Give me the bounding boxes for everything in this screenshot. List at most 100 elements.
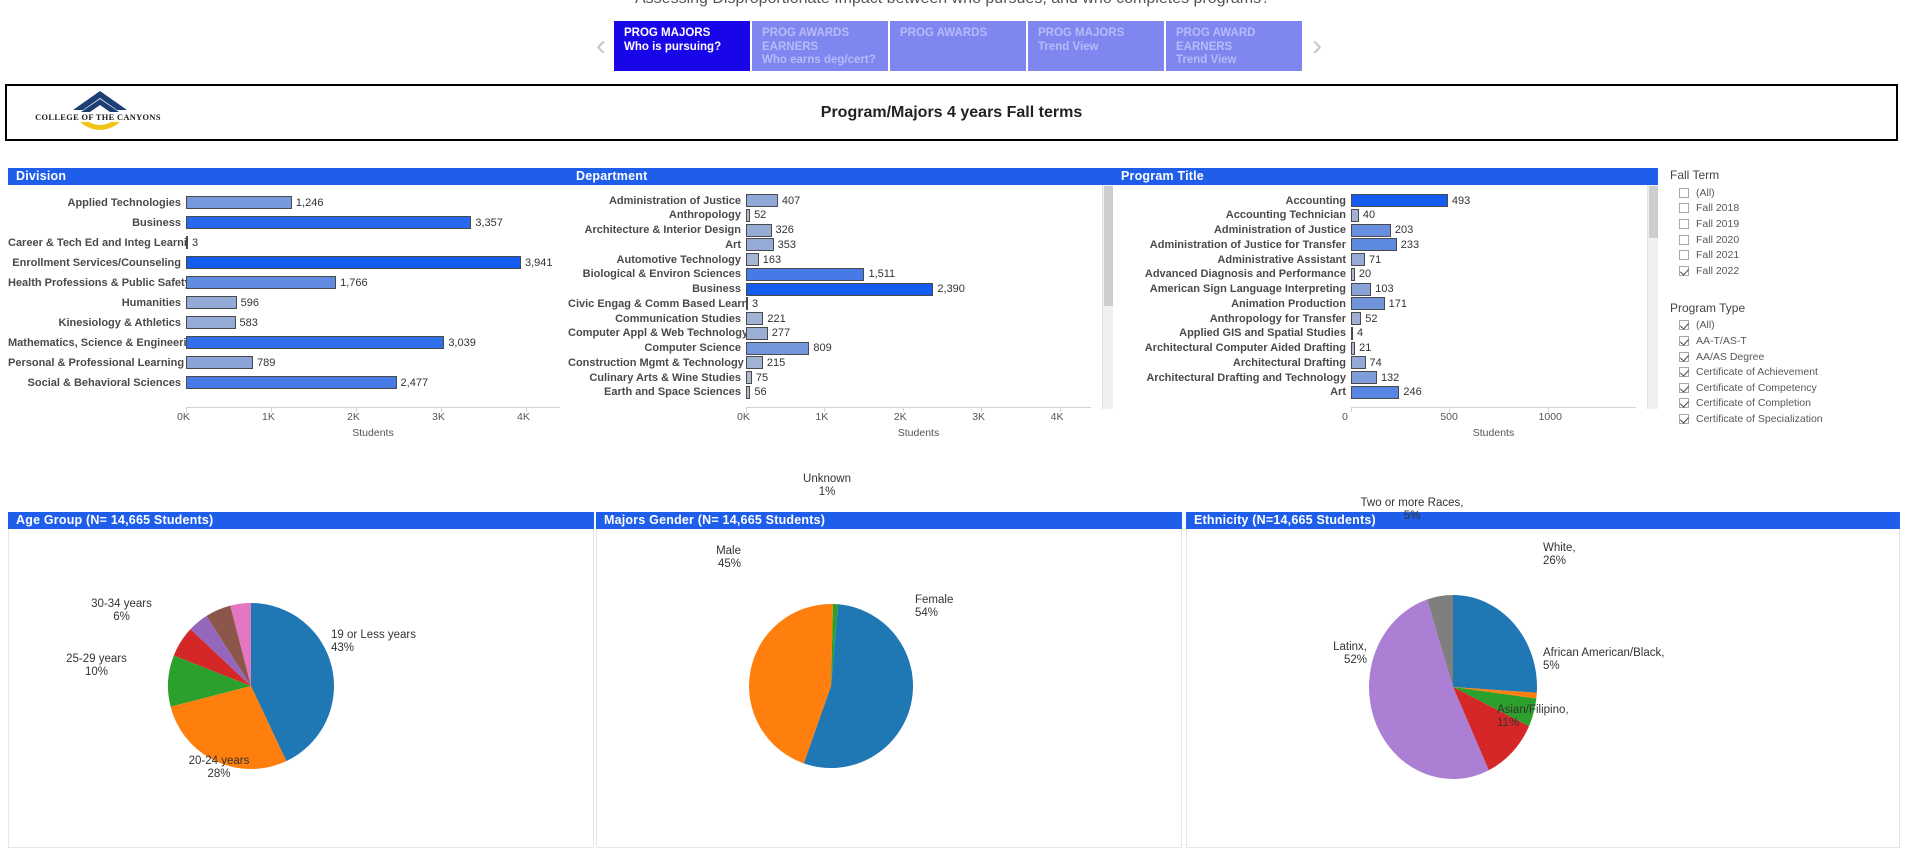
program-type-option[interactable]: Certificate of Competency: [1670, 380, 1902, 396]
bar-row-bar[interactable]: [746, 356, 763, 370]
program-type-option[interactable]: Certificate of Achievement: [1670, 364, 1902, 380]
bar-row[interactable]: Art 246: [1113, 385, 1658, 400]
checkbox-icon[interactable]: [1679, 218, 1689, 229]
bar-row-bar[interactable]: [1351, 312, 1362, 325]
bar-row[interactable]: American Sign Language Interpreting 103: [1113, 282, 1658, 297]
program-type-option[interactable]: (All): [1670, 318, 1902, 334]
program-type-option[interactable]: Certificate of Specialization: [1670, 411, 1902, 427]
bar-row[interactable]: Enrollment Services/Counseling 3,941: [8, 255, 568, 270]
checkbox-icon[interactable]: [1679, 398, 1689, 409]
bar-row[interactable]: Administration of Justice 407: [568, 193, 1113, 208]
bar-row-bar[interactable]: [746, 267, 865, 281]
checkbox-icon[interactable]: [1679, 382, 1689, 393]
bar-row-bar[interactable]: [746, 282, 934, 296]
bar-row-bar[interactable]: [186, 196, 292, 209]
tab-prog-awards-earners[interactable]: PROG AWARDS EARNERS Who earns deg/cert?: [752, 21, 888, 71]
scrollbar-thumb[interactable]: [1104, 186, 1113, 306]
bar-row-bar[interactable]: [1351, 297, 1385, 311]
tab-prog-award-earners-trend[interactable]: PROG AWARD EARNERS Trend View: [1166, 21, 1302, 71]
prev-tab-arrow-icon[interactable]: ‹: [588, 21, 614, 71]
bar-row[interactable]: Business 2,390: [568, 282, 1113, 297]
bar-row-bar[interactable]: [746, 312, 764, 325]
checkbox-icon[interactable]: [1679, 320, 1689, 331]
fall-term-option[interactable]: Fall 2018: [1670, 201, 1902, 217]
bar-row[interactable]: Art 353: [568, 237, 1113, 252]
bar-row[interactable]: Architecture & Interior Design 326: [568, 223, 1113, 238]
bar-row-bar[interactable]: [1351, 194, 1448, 207]
bar-row-bar[interactable]: [1351, 238, 1397, 252]
bar-row-bar[interactable]: [746, 238, 774, 252]
bar-row-bar[interactable]: [186, 276, 337, 289]
checkbox-icon[interactable]: [1679, 351, 1689, 362]
bar-row[interactable]: Accounting Technician 40: [1113, 208, 1658, 223]
tab-prog-awards[interactable]: PROG AWARDS: [890, 21, 1026, 71]
age-group-pie-chart[interactable]: 19 or Less years 43% 20-24 years 28% 25-29 y…: [8, 529, 594, 848]
bar-row[interactable]: Advanced Diagnosis and Performance 20: [1113, 267, 1658, 282]
bar-row-bar[interactable]: [186, 336, 445, 349]
bar-row-bar[interactable]: [186, 376, 397, 389]
checkbox-icon[interactable]: [1679, 250, 1689, 261]
checkbox-icon[interactable]: [1679, 265, 1689, 276]
program-type-option[interactable]: Certificate of Completion: [1670, 396, 1902, 412]
bar-row[interactable]: Business 3,357: [8, 215, 568, 230]
bar-row-bar[interactable]: [1351, 208, 1359, 222]
fall-term-option[interactable]: (All): [1670, 185, 1902, 201]
bar-row[interactable]: Administration of Justice 203: [1113, 223, 1658, 238]
bar-row[interactable]: Computer Appl & Web Technology 277: [568, 326, 1113, 341]
bar-row[interactable]: Architectural Computer Aided Drafting 21: [1113, 341, 1658, 356]
fall-term-option[interactable]: Fall 2019: [1670, 216, 1902, 232]
checkbox-icon[interactable]: [1679, 335, 1689, 346]
bar-row[interactable]: Humanities 596: [8, 295, 568, 310]
bar-row[interactable]: Anthropology for Transfer 52: [1113, 311, 1658, 326]
program-title-chart[interactable]: Accounting 493 Accounting Technician 40 Admi…: [1113, 185, 1658, 468]
next-tab-arrow-icon[interactable]: ›: [1304, 21, 1330, 71]
bar-row[interactable]: Applied Technologies 1,246: [8, 195, 568, 210]
division-chart[interactable]: Applied Technologies 1,246 Business 3,357 Ca…: [8, 185, 568, 468]
department-chart[interactable]: Administration of Justice 407 Anthropology…: [568, 185, 1113, 468]
bar-row[interactable]: Administration of Justice for Transfer 23…: [1113, 237, 1658, 252]
bar-row[interactable]: Anthropology 52: [568, 208, 1113, 223]
bar-row[interactable]: Culinary Arts & Wine Studies 75: [568, 370, 1113, 385]
fall-term-filter-list[interactable]: (All) Fall 2018 Fall 2019 Fall 2020 Fall 202…: [1670, 185, 1902, 279]
tab-prog-majors-trend[interactable]: PROG MAJORS Trend View: [1028, 21, 1164, 71]
bar-row[interactable]: Architectural Drafting and Technology 132: [1113, 370, 1658, 385]
checkbox-icon[interactable]: [1679, 203, 1689, 214]
fall-term-option[interactable]: Fall 2022: [1670, 263, 1902, 279]
bar-row[interactable]: Kinesiology & Athletics 583: [8, 315, 568, 330]
bar-row[interactable]: Civic Engag & Comm Based Learn 3: [568, 296, 1113, 311]
bar-row-bar[interactable]: [186, 216, 472, 229]
bar-row-bar[interactable]: [746, 194, 778, 207]
tab-prog-majors[interactable]: PROG MAJORS Who is pursuing?: [614, 21, 750, 71]
bar-row[interactable]: Health Professions & Public Safety 1,766: [8, 275, 568, 290]
program-type-option[interactable]: AA/AS Degree: [1670, 349, 1902, 365]
program-type-filter-list[interactable]: (All) AA-T/AS-T AA/AS Degree Certificate of…: [1670, 318, 1902, 427]
bar-row[interactable]: Automotive Technology 163: [568, 252, 1113, 267]
bar-row[interactable]: Administrative Assistant 71: [1113, 252, 1658, 267]
bar-row[interactable]: Computer Science 809: [568, 341, 1113, 356]
fall-term-option[interactable]: Fall 2021: [1670, 247, 1902, 263]
fall-term-option[interactable]: Fall 2020: [1670, 232, 1902, 248]
bar-row-bar[interactable]: [1351, 371, 1377, 384]
bar-row-bar[interactable]: [186, 296, 237, 309]
bar-row-bar[interactable]: [1351, 253, 1365, 266]
bar-row[interactable]: Applied GIS and Spatial Studies 4: [1113, 326, 1658, 341]
bar-row-bar[interactable]: [186, 316, 236, 329]
bar-row-bar[interactable]: [746, 326, 768, 340]
bar-row[interactable]: Personal & Professional Learning 789: [8, 355, 568, 370]
bar-row-bar[interactable]: [1351, 223, 1391, 237]
vertical-scrollbar[interactable]: [1647, 185, 1658, 409]
bar-row-bar[interactable]: [1351, 282, 1372, 296]
bar-row[interactable]: Architectural Drafting 74: [1113, 355, 1658, 370]
bar-row[interactable]: Animation Production 171: [1113, 296, 1658, 311]
bar-row-bar[interactable]: [1351, 385, 1400, 399]
bar-row-bar[interactable]: [1351, 356, 1366, 370]
program-type-option[interactable]: AA-T/AS-T: [1670, 333, 1902, 349]
bar-row[interactable]: Accounting 493: [1113, 193, 1658, 208]
ethnicity-pie-chart[interactable]: White, 26% African American/Black, 5% Asian/…: [1186, 497, 1900, 848]
bar-row[interactable]: Earth and Space Sciences 56: [568, 385, 1113, 400]
vertical-scrollbar[interactable]: [1102, 185, 1113, 409]
bar-row-bar[interactable]: [746, 253, 759, 266]
bar-row-bar[interactable]: [186, 356, 254, 369]
scrollbar-thumb[interactable]: [1649, 186, 1658, 238]
bar-row[interactable]: Construction Mgmt & Technology 215: [568, 355, 1113, 370]
